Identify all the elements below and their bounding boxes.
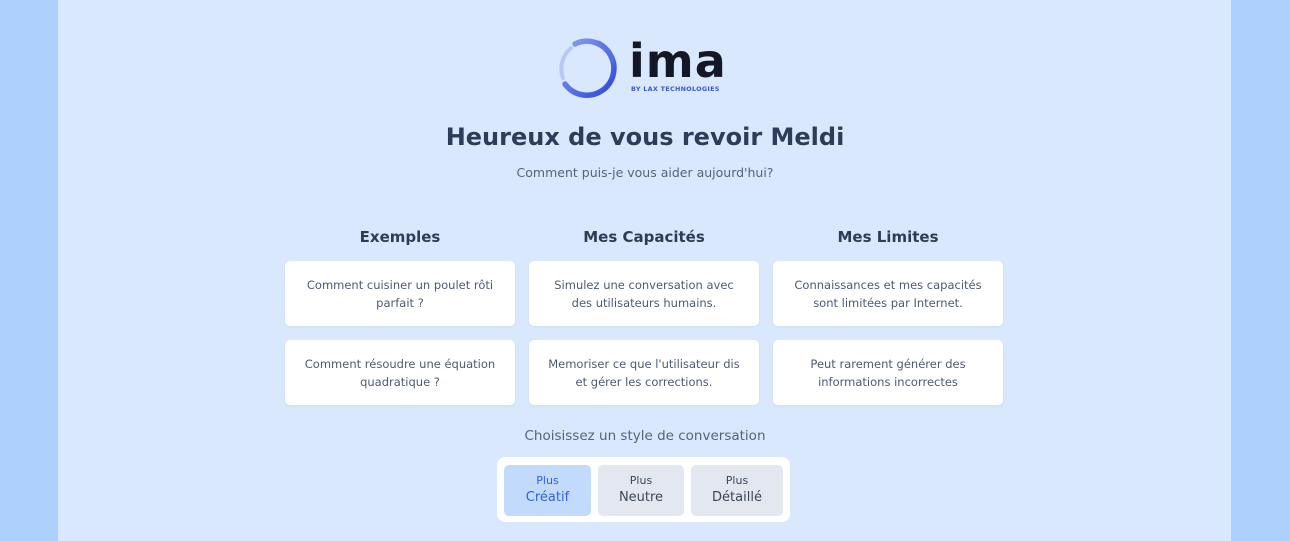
style-option-prefix: Plus: [536, 474, 559, 487]
example-card[interactable]: Comment cuisiner un poulet rôti parfait …: [285, 261, 515, 326]
limit-card: Connaissances et mes capacités sont limi…: [773, 261, 1003, 326]
style-option-prefix: Plus: [629, 474, 653, 487]
column-title-examples: Exemples: [359, 228, 441, 246]
conversation-style-selector: Plus Créatif Plus Neutre Plus Détaillé: [497, 457, 790, 522]
brand-tagline: BY LAX TECHNOLOGIES: [631, 85, 720, 93]
style-option-prefix: Plus: [725, 474, 749, 487]
ring-icon: [559, 38, 617, 98]
page-subtitle: Comment puis-je vous aider aujourd'hui?: [516, 165, 774, 180]
style-neutral-button[interactable]: Plus Neutre: [598, 465, 684, 516]
brand-logo: ima BY LAX TECHNOLOGIES: [555, 34, 735, 104]
style-option-name: Créatif: [525, 490, 570, 505]
page-title: Heureux de vous revoir Meldi: [445, 123, 845, 151]
capability-card: Memoriser ce que l'utilisateur dis et gé…: [529, 340, 759, 405]
style-creative-button[interactable]: Plus Créatif: [504, 465, 591, 516]
conversation-style-label: Choisissez un style de conversation: [524, 428, 766, 444]
column-title-capabilities: Mes Capacités: [583, 228, 705, 246]
style-option-name: Neutre: [618, 490, 664, 505]
brand-name: ima: [629, 34, 727, 88]
style-detailed-button[interactable]: Plus Détaillé: [691, 465, 783, 516]
style-option-name: Détaillé: [712, 490, 762, 505]
capability-card: Simulez une conversation avec des utilis…: [529, 261, 759, 326]
column-title-limits: Mes Limites: [837, 228, 939, 246]
example-card[interactable]: Comment résoudre une équation quadratiqu…: [285, 340, 515, 405]
limit-card: Peut rarement générer des informations i…: [773, 340, 1003, 405]
